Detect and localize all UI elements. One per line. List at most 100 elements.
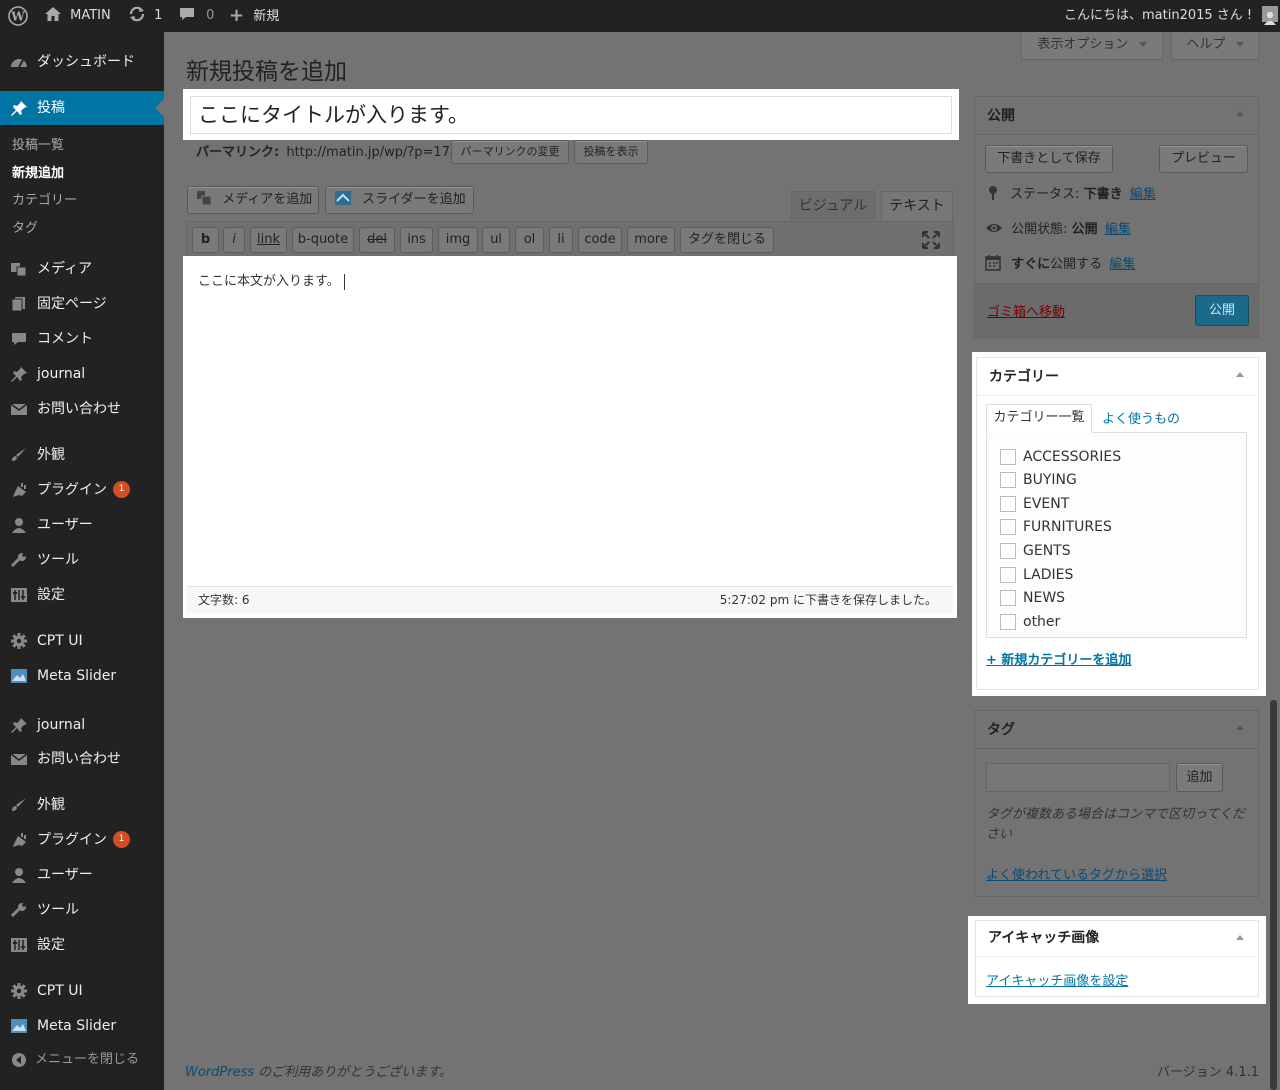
category-label[interactable]: EVENT bbox=[1023, 496, 1069, 512]
permalink-url[interactable]: http://matin.jp/wp/?p=174 bbox=[286, 145, 458, 160]
category-label[interactable]: GENTS bbox=[1023, 543, 1071, 559]
dashboard-icon bbox=[11, 59, 27, 68]
category-label[interactable]: FURNITURES bbox=[1023, 519, 1112, 535]
view-post-button[interactable]: 投稿を表示 bbox=[574, 140, 648, 164]
menu-users[interactable]: ユーザー bbox=[0, 508, 164, 542]
collapse-menu[interactable]: メニューを閉じる bbox=[0, 1043, 164, 1077]
qt-link-button[interactable]: link bbox=[250, 227, 287, 253]
tag-input[interactable] bbox=[986, 763, 1170, 792]
menu-appearance-2[interactable]: 外観 bbox=[0, 788, 164, 822]
qt-img-button[interactable]: img bbox=[438, 227, 478, 253]
menu-tools[interactable]: ツール bbox=[0, 543, 164, 577]
menu-cpt-ui-2[interactable]: CPT UI bbox=[0, 974, 164, 1008]
category-tab-all[interactable]: カテゴリー一覧 bbox=[986, 404, 1092, 433]
category-checkbox[interactable] bbox=[1000, 543, 1016, 559]
scrollbar[interactable] bbox=[1270, 700, 1277, 1090]
add-media-button[interactable]: メディアを追加 bbox=[187, 186, 319, 214]
tags-box-header[interactable]: タグ bbox=[975, 711, 1258, 749]
menu-posts[interactable]: 投稿 bbox=[0, 91, 164, 125]
menu-contact[interactable]: お問い合わせ bbox=[0, 392, 164, 426]
menu-plugins-2[interactable]: プラグイン 1 bbox=[0, 823, 164, 857]
category-label[interactable]: other bbox=[1023, 614, 1060, 630]
site-name-link[interactable]: MATIN bbox=[44, 0, 111, 32]
greeting-account[interactable]: こんにちは、matin2015 さん ! bbox=[1064, 0, 1279, 32]
toggle-arrow-icon[interactable] bbox=[1236, 935, 1244, 940]
category-checkbox[interactable] bbox=[1000, 496, 1016, 512]
add-new-category-link[interactable]: + 新規カテゴリーを追加 bbox=[986, 649, 1131, 668]
menu-meta-slider[interactable]: Meta Slider bbox=[0, 659, 164, 693]
comments-link[interactable]: 0 bbox=[178, 0, 214, 32]
edit-status-link[interactable]: 編集 bbox=[1130, 187, 1156, 202]
menu-plugins[interactable]: プラグイン 1 bbox=[0, 473, 164, 507]
wordpress-link[interactable]: WordPress bbox=[185, 1065, 254, 1080]
category-checkbox[interactable] bbox=[1000, 472, 1016, 488]
edit-schedule-link[interactable]: 編集 bbox=[1109, 257, 1135, 272]
toggle-arrow-icon[interactable] bbox=[1236, 111, 1244, 116]
content-textarea[interactable]: ここに本文が入ります。 bbox=[186, 259, 953, 586]
qt-code-button[interactable]: code bbox=[578, 227, 622, 253]
category-label[interactable]: LADIES bbox=[1023, 567, 1073, 583]
move-to-trash-link[interactable]: ゴミ箱へ移動 bbox=[987, 301, 1065, 320]
qt-close-tags-button[interactable]: タグを閉じる bbox=[680, 227, 774, 253]
fullscreen-icon[interactable] bbox=[922, 231, 940, 249]
qt-bold-button[interactable]: b bbox=[192, 227, 219, 253]
menu-cpt-ui[interactable]: CPT UI bbox=[0, 624, 164, 658]
category-tab-popular[interactable]: よく使うもの bbox=[1102, 408, 1180, 427]
preview-button[interactable]: プレビュー bbox=[1159, 145, 1248, 173]
category-label[interactable]: ACCESSORIES bbox=[1023, 449, 1121, 465]
menu-journal[interactable]: journal bbox=[0, 357, 164, 391]
menu-tools-2[interactable]: ツール bbox=[0, 893, 164, 927]
menu-media[interactable]: メディア bbox=[0, 252, 164, 286]
choose-popular-tags-link[interactable]: よく使われているタグから選択 bbox=[986, 864, 1167, 883]
menu-journal-2[interactable]: journal bbox=[0, 708, 164, 742]
updates-link[interactable]: 1 bbox=[128, 0, 162, 32]
menu-appearance[interactable]: 外観 bbox=[0, 438, 164, 472]
category-label[interactable]: BUYING bbox=[1023, 472, 1077, 488]
category-checkbox[interactable] bbox=[1000, 567, 1016, 583]
qt-more-button[interactable]: more bbox=[627, 227, 675, 253]
tab-text[interactable]: テキスト bbox=[881, 191, 953, 221]
qt-ul-button[interactable]: ul bbox=[482, 227, 510, 253]
help-button[interactable]: ヘルプ bbox=[1171, 32, 1259, 60]
save-draft-button[interactable]: 下書きとして保存 bbox=[985, 145, 1113, 173]
toggle-arrow-icon[interactable] bbox=[1236, 725, 1244, 730]
post-title-input[interactable]: ここにタイトルが入ります。 bbox=[190, 96, 952, 134]
qt-li-button[interactable]: li bbox=[549, 227, 573, 253]
categories-box-header[interactable]: カテゴリー bbox=[977, 358, 1258, 396]
menu-pages[interactable]: 固定ページ bbox=[0, 287, 164, 321]
menu-dashboard[interactable]: ダッシュボード bbox=[0, 45, 164, 79]
toggle-arrow-icon[interactable] bbox=[1236, 372, 1244, 377]
qt-del-button[interactable]: del bbox=[359, 227, 395, 253]
qt-bquote-button[interactable]: b-quote bbox=[292, 227, 354, 253]
screen-options-button[interactable]: 表示オプション bbox=[1021, 32, 1163, 60]
qt-italic-button[interactable]: i bbox=[223, 227, 245, 253]
submenu-add-new[interactable]: 新規追加 bbox=[12, 164, 64, 184]
menu-settings[interactable]: 設定 bbox=[0, 578, 164, 612]
menu-contact-2[interactable]: お問い合わせ bbox=[0, 742, 164, 776]
qt-ol-button[interactable]: ol bbox=[515, 227, 544, 253]
menu-meta-slider-2[interactable]: Meta Slider bbox=[0, 1009, 164, 1043]
qt-ins-button[interactable]: ins bbox=[400, 227, 433, 253]
menu-comments[interactable]: コメント bbox=[0, 322, 164, 356]
add-tag-button[interactable]: 追加 bbox=[1176, 763, 1223, 792]
publish-box-header[interactable]: 公開 bbox=[975, 97, 1258, 135]
menu-settings-2[interactable]: 設定 bbox=[0, 928, 164, 962]
menu-users-2[interactable]: ユーザー bbox=[0, 858, 164, 892]
change-permalink-button[interactable]: パーマリンクの変更 bbox=[451, 140, 569, 164]
featured-image-header[interactable]: アイキャッチ画像 bbox=[976, 921, 1258, 957]
wordpress-logo-icon[interactable]: W bbox=[8, 0, 28, 32]
category-checkbox[interactable] bbox=[1000, 519, 1016, 535]
category-checkbox[interactable] bbox=[1000, 590, 1016, 606]
category-checkbox[interactable] bbox=[1000, 449, 1016, 465]
submenu-categories[interactable]: カテゴリー bbox=[12, 191, 77, 211]
submenu-tags[interactable]: タグ bbox=[12, 219, 38, 239]
set-featured-image-link[interactable]: アイキャッチ画像を設定 bbox=[986, 970, 1128, 989]
category-label[interactable]: NEWS bbox=[1023, 590, 1065, 606]
edit-visibility-link[interactable]: 編集 bbox=[1105, 222, 1131, 237]
new-content-link[interactable]: + 新規 bbox=[229, 0, 279, 32]
category-checkbox[interactable] bbox=[1000, 614, 1016, 630]
tab-visual[interactable]: ビジュアル bbox=[791, 191, 875, 220]
add-slider-button[interactable]: スライダーを追加 bbox=[325, 186, 474, 214]
submenu-all-posts[interactable]: 投稿一覧 bbox=[12, 136, 64, 156]
publish-button[interactable]: 公開 bbox=[1195, 295, 1249, 326]
